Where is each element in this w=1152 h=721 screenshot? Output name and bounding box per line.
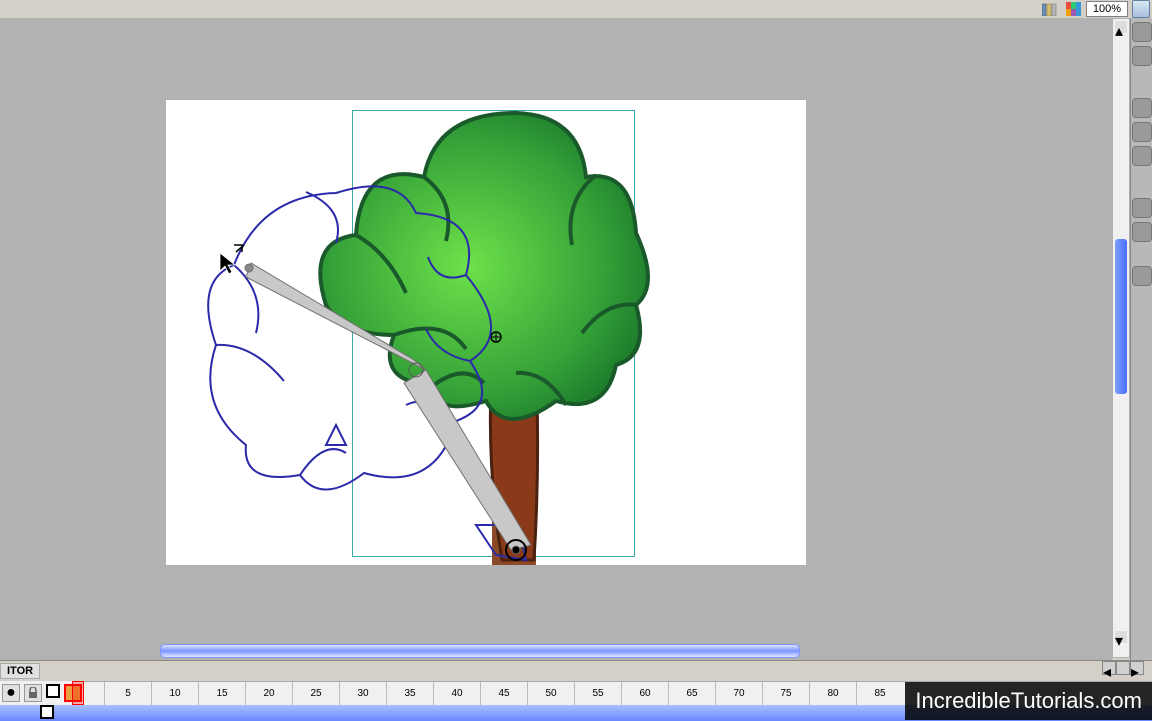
stage-workspace [0, 18, 1112, 660]
frame-mark[interactable]: 65 [668, 682, 715, 705]
scroll-up-arrow[interactable]: ▴ [1115, 21, 1127, 33]
horizontal-scrollbar[interactable] [160, 644, 800, 658]
timeline-scroll-buttons: ◂ ▸ [1102, 661, 1144, 675]
playhead[interactable] [72, 681, 84, 705]
right-dock [1130, 18, 1152, 660]
frame-mark[interactable]: 60 [621, 682, 668, 705]
frame-mark[interactable]: 15 [198, 682, 245, 705]
lock-icon[interactable] [24, 684, 42, 702]
canvas-artwork[interactable] [176, 105, 776, 565]
tl-scroll-left[interactable]: ◂ [1102, 661, 1116, 675]
layer-outline-color[interactable] [40, 705, 54, 719]
editor-tab[interactable]: ITOR [0, 663, 40, 679]
watermark-label: IncredibleTutorials.com [905, 682, 1152, 720]
stage-canvas[interactable] [166, 100, 806, 565]
frame-mark[interactable]: 85 [856, 682, 903, 705]
frame-mark[interactable]: 20 [245, 682, 292, 705]
globe-icon[interactable] [1132, 22, 1152, 42]
color-panel-icon[interactable] [1132, 98, 1152, 118]
frame-mark[interactable]: 30 [339, 682, 386, 705]
frame-mark[interactable]: 40 [433, 682, 480, 705]
circle-panel-icon[interactable] [1132, 266, 1152, 286]
eye-icon[interactable]: ● [2, 684, 20, 702]
zoom-field[interactable]: 100% [1086, 1, 1128, 17]
tl-scroll-right[interactable]: ▸ [1130, 661, 1144, 675]
outline-icon[interactable] [46, 684, 60, 698]
zoom-dropdown-button[interactable] [1132, 0, 1150, 18]
frame-mark[interactable]: 55 [574, 682, 621, 705]
vertical-scroll-thumb[interactable] [1115, 239, 1127, 394]
frame-mark[interactable]: 5 [104, 682, 151, 705]
actions-icon[interactable] [1132, 146, 1152, 166]
scroll-down-arrow[interactable]: ▾ [1115, 631, 1127, 643]
tl-scroll-thumb[interactable] [1116, 661, 1130, 675]
help-icon[interactable] [1132, 122, 1152, 142]
vertical-scrollbar[interactable]: ▴ ▾ [1112, 18, 1130, 658]
frame-mark[interactable]: 25 [292, 682, 339, 705]
align-icon[interactable] [1132, 198, 1152, 218]
frame-mark[interactable]: 50 [527, 682, 574, 705]
frame-mark[interactable]: 10 [151, 682, 198, 705]
library-panel-icon[interactable] [1132, 222, 1152, 242]
options-bar: 100% [0, 0, 1152, 18]
color-swatches-icon[interactable] [1065, 0, 1083, 18]
frame-mark[interactable]: 80 [809, 682, 856, 705]
frame-mark[interactable]: 45 [480, 682, 527, 705]
frame-mark[interactable]: 35 [386, 682, 433, 705]
frame-mark[interactable]: 75 [762, 682, 809, 705]
library-icon[interactable] [1041, 0, 1059, 18]
frame-mark[interactable]: 70 [715, 682, 762, 705]
swatches-icon[interactable] [1132, 46, 1152, 66]
